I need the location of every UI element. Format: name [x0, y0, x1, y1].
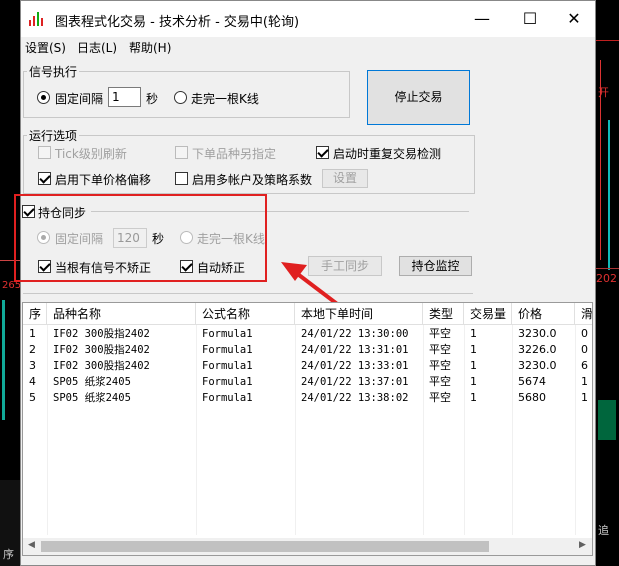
table-cell: SP05 纸浆2405 — [53, 376, 131, 388]
table-cell: IF02 300股指2402 — [53, 328, 150, 340]
table-cell: Formula1 — [202, 376, 253, 388]
table-cell: 24/01/22 13:31:01 — [301, 344, 409, 356]
table-cell: Formula1 — [202, 392, 253, 404]
background-label: 开 — [598, 86, 609, 99]
signal-unit-label: 秒 — [146, 92, 159, 106]
table-cell: 24/01/22 13:37:01 — [301, 376, 409, 388]
table-cell: 5 — [29, 391, 36, 404]
table-cell: 1 — [29, 327, 36, 340]
table-cell: 2 — [29, 343, 36, 356]
window-title: 图表程式化交易 - 技术分析 - 交易中(轮询) — [55, 15, 300, 30]
signal-kline-label: 走完一根K线 — [191, 92, 259, 106]
horizontal-scrollbar[interactable]: ◀ ▶ — [23, 538, 592, 555]
table-cell: 1 — [470, 327, 477, 340]
table-cell: 平空 — [429, 359, 451, 372]
table-cell: 1 — [470, 359, 477, 372]
table-cell: 3226.0 — [518, 343, 557, 356]
table-cell: 0 — [581, 327, 588, 340]
table-row[interactable]: 4 SP05 纸浆2405 Formula1 24/01/22 13:37:01 平空 1… — [23, 374, 592, 390]
column-header[interactable]: 品种名称 — [47, 303, 196, 325]
maximize-button[interactable]: ☐ — [507, 1, 553, 37]
price-offset-label: 启用下单价格偏移 — [55, 173, 152, 187]
table-cell: 24/01/22 13:30:00 — [301, 328, 409, 340]
background-chart-right: 开 202 追 — [596, 0, 619, 566]
table-row[interactable]: 3 IF02 300股指2402 Formula1 24/01/22 13:33:01… — [23, 358, 592, 374]
minimize-button[interactable]: — — [459, 1, 505, 37]
table-row[interactable]: 1 IF02 300股指2402 Formula1 24/01/22 13:30:00… — [23, 326, 592, 342]
table-cell: Formula1 — [202, 360, 253, 372]
signal-fixed-interval-radio[interactable] — [37, 91, 50, 104]
table-cell: 平空 — [429, 375, 451, 388]
column-header[interactable]: 公式名称 — [196, 303, 295, 325]
startup-check-label: 启动时重复交易检测 — [333, 147, 442, 161]
table-cell: 平空 — [429, 391, 451, 404]
highlight-box — [14, 194, 267, 282]
table-cell: 3230.0 — [518, 359, 557, 372]
scroll-left-icon[interactable]: ◀ — [28, 540, 35, 550]
table-cell: Formula1 — [202, 344, 253, 356]
menu-settings[interactable]: 设置(S) — [25, 39, 66, 56]
column-header[interactable]: 交易量 — [464, 303, 512, 325]
tick-refresh-label: Tick级别刷新 — [55, 147, 127, 161]
signal-group-label: 信号执行 — [27, 63, 80, 80]
specify-symbol-checkbox[interactable] — [175, 146, 188, 159]
table-cell: 3 — [29, 359, 36, 372]
table-cell: 24/01/22 13:33:01 — [301, 360, 409, 372]
startup-check-checkbox[interactable] — [316, 146, 329, 159]
table-cell: 0 — [581, 343, 588, 356]
menu-help[interactable]: 帮助(H) — [129, 39, 171, 56]
table-cell: 4 — [29, 375, 36, 388]
signal-fixed-interval-label: 固定间隔 — [55, 92, 104, 106]
run-options-label: 运行选项 — [27, 127, 80, 144]
column-header[interactable]: 滑 — [575, 303, 592, 325]
stop-trading-button[interactable]: 停止交易 — [367, 70, 470, 125]
signal-kline-radio[interactable] — [174, 91, 187, 104]
column-header[interactable]: 价格 — [512, 303, 575, 325]
column-header[interactable]: 序 — [23, 303, 47, 325]
table-cell: 1 — [470, 375, 477, 388]
table-cell: IF02 300股指2402 — [53, 360, 150, 372]
table-cell: 1 — [581, 375, 588, 388]
multi-account-checkbox[interactable] — [175, 172, 188, 185]
close-button[interactable]: ✕ — [551, 1, 597, 37]
table-row[interactable]: 2 IF02 300股指2402 Formula1 24/01/22 13:31:01… — [23, 342, 592, 358]
price-offset-checkbox[interactable] — [38, 172, 51, 185]
table-cell: 平空 — [429, 343, 451, 356]
table-cell: 1 — [581, 391, 588, 404]
trade-table: 序 品种名称 公式名称 本地下单时间 类型 交易量 价格 滑 1 IF02 300… — [22, 302, 593, 556]
column-header[interactable]: 类型 — [423, 303, 464, 325]
table-cell: 5674 — [518, 375, 546, 388]
table-cell: 24/01/22 13:38:02 — [301, 392, 409, 404]
table-row[interactable]: 5 SP05 纸浆2405 Formula1 24/01/22 13:38:02 平空 1… — [23, 390, 592, 406]
table-cell: 5680 — [518, 391, 546, 404]
table-cell: 平空 — [429, 327, 451, 340]
title-bar: 图表程式化交易 - 技术分析 - 交易中(轮询) — ☐ ✕ — [21, 1, 595, 37]
trading-window: 图表程式化交易 - 技术分析 - 交易中(轮询) — ☐ ✕ 设置(S) 日志(… — [14, 0, 596, 566]
multi-account-label: 启用多帐户及策略系数 — [192, 173, 313, 187]
table-cell: 6 — [581, 359, 588, 372]
table-cell: SP05 纸浆2405 — [53, 392, 131, 404]
table-cell: 1 — [470, 343, 477, 356]
column-header[interactable]: 本地下单时间 — [295, 303, 423, 325]
tick-refresh-checkbox[interactable] — [38, 146, 51, 159]
table-cell: 3230.0 — [518, 327, 557, 340]
scroll-right-icon[interactable]: ▶ — [579, 540, 586, 550]
table-cell: IF02 300股指2402 — [53, 344, 150, 356]
table-cell: 1 — [470, 391, 477, 404]
background-label: 序 — [3, 548, 14, 561]
multi-account-settings-button[interactable]: 设置 — [322, 169, 368, 188]
specify-symbol-label: 下单品种另指定 — [192, 147, 277, 161]
menu-log[interactable]: 日志(L) — [77, 39, 117, 56]
signal-interval-input[interactable]: 1 — [108, 87, 141, 107]
menu-bar: 设置(S) 日志(L) 帮助(H) — [21, 37, 595, 57]
table-cell: Formula1 — [202, 328, 253, 340]
background-panel-left: 序 — [0, 480, 20, 566]
scrollbar-thumb[interactable] — [41, 541, 489, 552]
background-label: 202 — [596, 272, 617, 285]
background-label: 追 — [598, 524, 609, 537]
app-chart-icon — [29, 12, 43, 26]
